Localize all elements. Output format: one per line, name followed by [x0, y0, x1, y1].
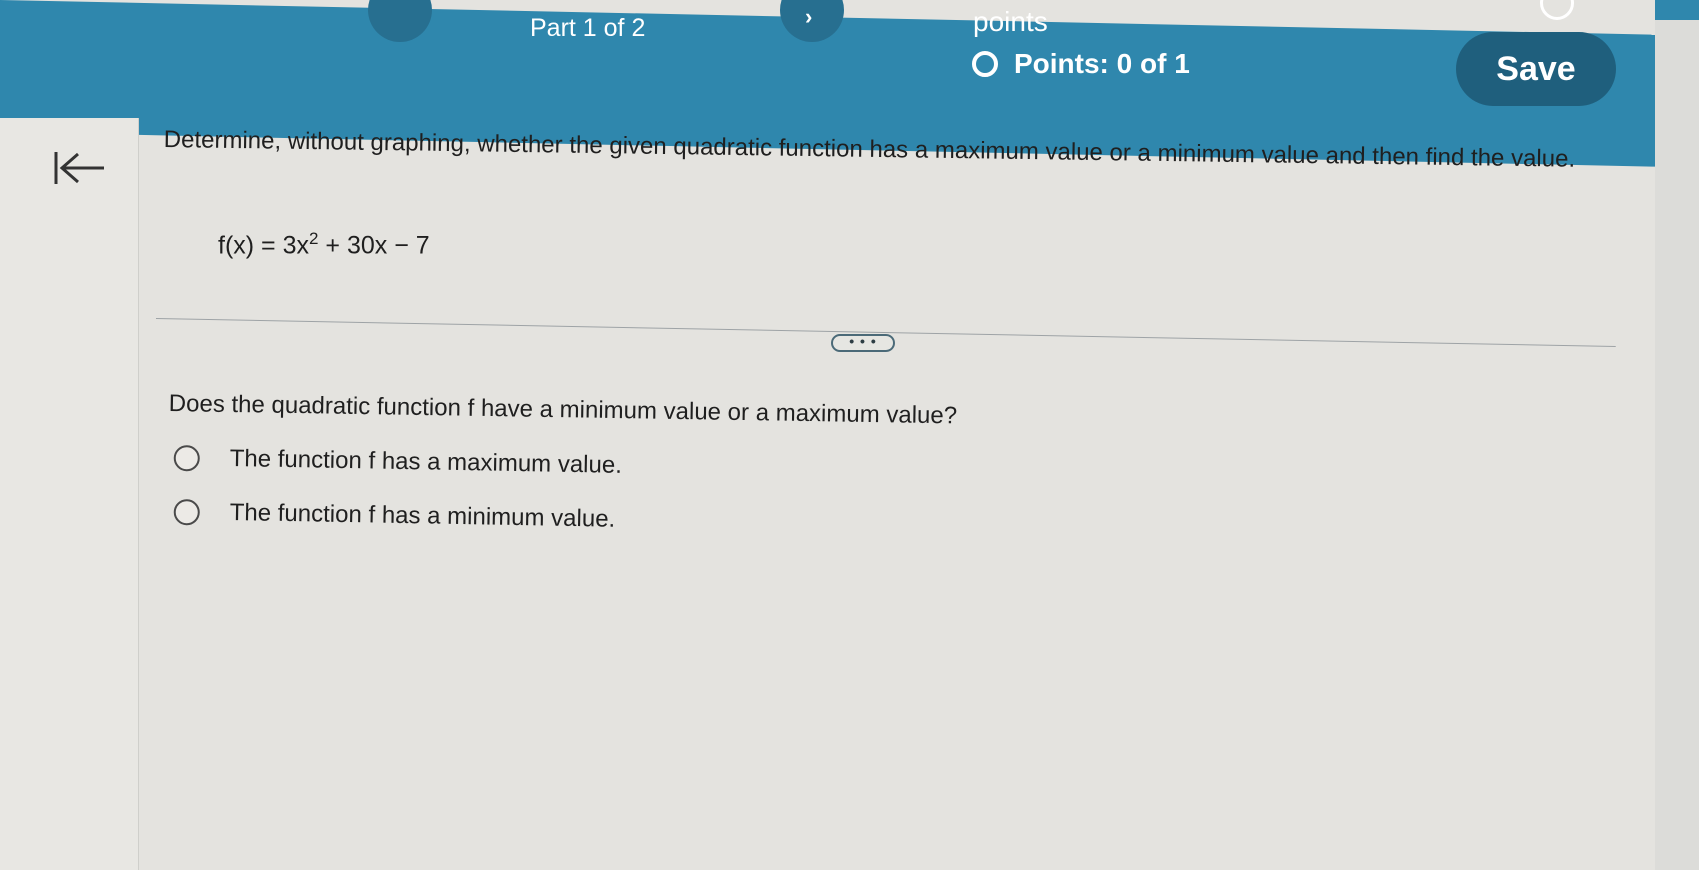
function-expression: f(x) = 3x2 + 30x − 7 [218, 229, 430, 260]
part-question: Does the quadratic function f have a min… [168, 390, 958, 430]
gear-icon[interactable] [1540, 0, 1574, 20]
option-maximum[interactable]: The function f has a maximum value. [173, 444, 623, 480]
function-prefix: f(x) = 3x [218, 231, 309, 260]
radio-button[interactable] [173, 498, 200, 526]
back-to-start-icon[interactable] [52, 148, 112, 188]
points-status-text: Points: 0 of 1 [1014, 48, 1190, 79]
header-strip [1655, 0, 1699, 20]
circle-status-icon [972, 51, 998, 77]
chevron-right-icon: › [805, 4, 813, 29]
option-label: The function f has a maximum value. [229, 444, 623, 479]
right-edge [1655, 0, 1699, 870]
save-button[interactable]: Save [1456, 32, 1616, 106]
function-suffix: + 30x − 7 [318, 231, 430, 260]
option-minimum[interactable]: The function f has a minimum value. [173, 498, 616, 534]
expand-more-button[interactable]: • • • [831, 334, 895, 352]
part-indicator: Part 1 of 2 [530, 14, 646, 42]
radio-button[interactable] [173, 444, 200, 472]
option-label: The function f has a minimum value. [229, 498, 616, 533]
left-rail [0, 118, 139, 870]
page: › Part 1 of 2 points Points: 0 of 1 Save… [0, 0, 1699, 870]
points-label: points [973, 6, 1048, 37]
points-status: Points: 0 of 1 [972, 48, 1190, 80]
